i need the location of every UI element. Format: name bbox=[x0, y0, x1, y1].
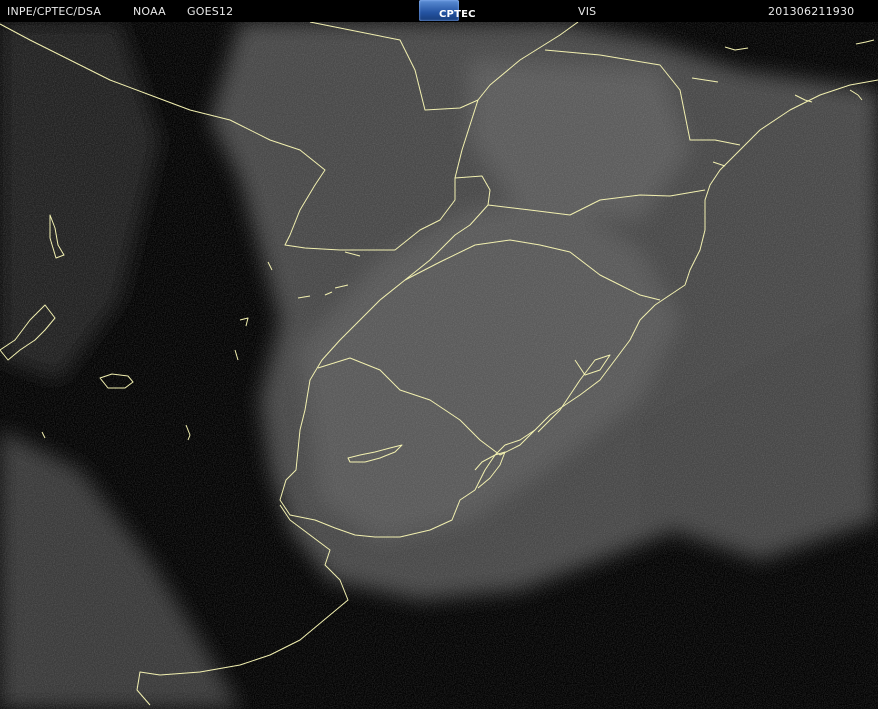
noise-texture bbox=[0, 22, 878, 709]
logo-text: CPTEC bbox=[439, 9, 476, 20]
agency-label: NOAA bbox=[133, 5, 166, 18]
cptec-logo: CPTEC bbox=[419, 0, 475, 21]
timestamp-label: 201306211930 bbox=[768, 5, 855, 18]
satellite-map bbox=[0, 22, 878, 709]
satellite-label: GOES12 bbox=[187, 5, 234, 18]
source-label: INPE/CPTEC/DSA bbox=[7, 5, 102, 18]
channel-label: VIS bbox=[578, 5, 597, 18]
image-header: INPE/CPTEC/DSA NOAA GOES12 CPTEC VIS 201… bbox=[0, 0, 878, 22]
